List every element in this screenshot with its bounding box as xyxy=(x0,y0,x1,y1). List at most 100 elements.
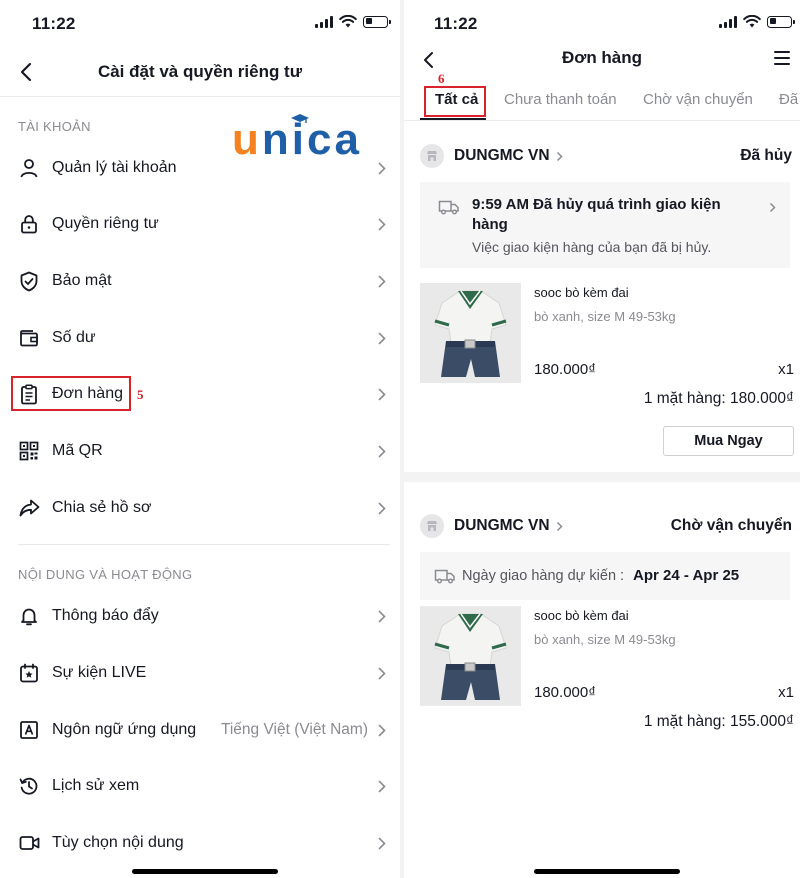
settings-item-label: Ngôn ngữ ứng dụng xyxy=(52,721,197,738)
wifi-icon xyxy=(743,15,761,28)
page-title: Đơn hàng xyxy=(561,48,643,67)
settings-item-label: Chia sẻ hồ sơ xyxy=(52,499,152,516)
chevron-right-icon xyxy=(769,200,776,218)
settings-item-account-management[interactable]: Quản lý tài khoản xyxy=(0,146,400,190)
settings-item-content-preferences[interactable]: Tùy chọn nội dung xyxy=(0,821,400,865)
settings-item-watch-history[interactable]: Lịch sử xem xyxy=(0,764,400,808)
app-language-value: Tiếng Việt (Việt Nam) xyxy=(220,721,368,738)
settings-item-privacy[interactable]: Quyền riêng tư xyxy=(0,202,400,246)
battery-icon xyxy=(767,15,795,28)
status-time: 11:22 xyxy=(32,14,76,33)
status-icons xyxy=(719,15,795,28)
order-card[interactable]: DUNGMC VN Đã hủy 9:59 AM Đã hủy quá trìn… xyxy=(404,140,800,460)
delivery-estimate[interactable]: Ngày giao hàng dự kiến : Apr 24 - Apr 25 xyxy=(420,552,790,600)
wallet-icon xyxy=(18,327,40,349)
orders-highlight-box xyxy=(11,376,131,411)
tabs-divider xyxy=(404,120,800,121)
chevron-right-icon xyxy=(376,501,388,515)
order-status: Đã hủy xyxy=(740,147,792,164)
chevron-right-icon xyxy=(376,387,388,401)
buy-now-button[interactable]: Mua Ngay xyxy=(663,426,794,456)
tab-completed-partial[interactable]: Đã xyxy=(779,91,798,108)
chevron-right-icon xyxy=(556,520,564,532)
settings-screen: 11:22 Cài đặt và quyền riêng tư unica TÀ… xyxy=(0,0,400,878)
wifi-icon xyxy=(339,15,357,28)
product-row[interactable]: sooc bò kèm đai bò xanh, size M 49-53kg … xyxy=(420,283,794,383)
tab-unpaid[interactable]: Chưa thanh toán xyxy=(504,91,617,108)
truck-icon xyxy=(438,200,459,215)
chevron-right-icon xyxy=(376,161,388,175)
chevron-right-icon xyxy=(376,331,388,345)
order-card[interactable]: DUNGMC VN Chờ vận chuyển Ngày giao hàng … xyxy=(404,510,800,740)
section-title-content-activity: NỘI DUNG VÀ HOẠT ĐỘNG xyxy=(18,567,193,582)
page-title: Cài đặt và quyền riêng tư xyxy=(97,62,303,81)
menu-icon[interactable] xyxy=(774,51,790,65)
settings-item-label: Mã QR xyxy=(52,442,103,459)
chevron-right-icon xyxy=(376,836,388,850)
delivery-date-range: Apr 24 - Apr 25 xyxy=(633,567,740,584)
settings-item-label: Bảo mật xyxy=(52,272,112,289)
product-quantity: x1 xyxy=(778,684,794,701)
orders-header: Đơn hàng xyxy=(404,44,800,76)
settings-item-qr-code[interactable]: Mã QR xyxy=(0,429,400,473)
settings-item-share-profile[interactable]: Chia sẻ hồ sơ xyxy=(0,486,400,530)
product-image xyxy=(420,283,521,383)
settings-item-label: Số dư xyxy=(52,329,96,346)
tracking-update[interactable]: 9:59 AM Đã hủy quá trình giao kiện hàng … xyxy=(420,182,790,268)
chevron-right-icon xyxy=(376,444,388,458)
battery-icon xyxy=(363,15,391,28)
tracking-title: 9:59 AM Đã hủy quá trình giao kiện hàng xyxy=(472,196,721,233)
shop-icon xyxy=(420,514,444,538)
status-time: 11:22 xyxy=(434,14,478,33)
chevron-right-icon xyxy=(376,609,388,623)
chevron-right-icon xyxy=(376,666,388,680)
language-icon xyxy=(18,719,40,741)
settings-item-label: Lịch sử xem xyxy=(52,777,140,794)
product-variant: bò xanh, size M 49-53kg xyxy=(534,309,676,324)
settings-item-live-events[interactable]: Sự kiện LIVE xyxy=(0,651,400,695)
video-icon xyxy=(18,832,40,854)
header-divider xyxy=(0,96,400,97)
person-icon xyxy=(18,157,40,179)
history-icon xyxy=(18,775,40,797)
chevron-right-icon xyxy=(376,779,388,793)
lock-icon xyxy=(18,213,40,235)
shop-name: DUNGMC VN xyxy=(454,147,550,164)
order-separator xyxy=(404,472,800,482)
shop-row[interactable]: DUNGMC VN Chờ vận chuyển xyxy=(420,513,794,539)
signal-icon xyxy=(315,15,333,28)
settings-item-label: Quản lý tài khoản xyxy=(52,159,177,176)
shield-icon xyxy=(18,270,40,292)
settings-header: Cài đặt và quyền riêng tư xyxy=(0,52,400,92)
status-bar: 11:22 xyxy=(0,0,400,44)
graduation-cap-icon xyxy=(290,114,309,123)
step-number-5: 5 xyxy=(137,387,144,402)
calendar-icon xyxy=(18,662,40,684)
tracking-subtitle: Việc giao kiện hàng của bạn đã bị hủy. xyxy=(472,239,712,255)
signal-icon xyxy=(719,15,737,28)
settings-item-balance[interactable]: Số dư xyxy=(0,316,400,360)
product-variant: bò xanh, size M 49-53kg xyxy=(534,632,676,647)
status-icons xyxy=(315,15,391,28)
section-title-account: TÀI KHOẢN xyxy=(18,119,91,134)
shop-row[interactable]: DUNGMC VN Đã hủy xyxy=(420,143,794,169)
settings-item-security[interactable]: Bảo mật xyxy=(0,259,400,303)
chevron-right-icon xyxy=(376,723,388,737)
product-price: 180.000₫ xyxy=(534,684,596,701)
product-quantity: x1 xyxy=(778,361,794,378)
settings-item-push-notifications[interactable]: Thông báo đẩy xyxy=(0,594,400,638)
order-total: 1 mặt hàng: 180.000₫ xyxy=(643,390,794,407)
product-image xyxy=(420,606,521,706)
settings-item-label: Quyền riêng tư xyxy=(52,215,159,232)
chevron-right-icon xyxy=(376,274,388,288)
product-name: sooc bò kèm đai xyxy=(534,608,629,623)
shop-name: DUNGMC VN xyxy=(454,517,550,534)
settings-item-app-language[interactable]: Ngôn ngữ ứng dụng Tiếng Việt (Việt Nam) xyxy=(0,708,400,752)
chevron-right-icon xyxy=(376,217,388,231)
product-name: sooc bò kèm đai xyxy=(534,285,629,300)
tab-awaiting-shipment[interactable]: Chờ vận chuyển xyxy=(643,91,753,108)
product-row[interactable]: sooc bò kèm đai bò xanh, size M 49-53kg … xyxy=(420,606,794,706)
order-total: 1 mặt hàng: 155.000₫ xyxy=(643,713,794,730)
home-indicator xyxy=(534,869,680,874)
product-price: 180.000₫ xyxy=(534,361,596,378)
